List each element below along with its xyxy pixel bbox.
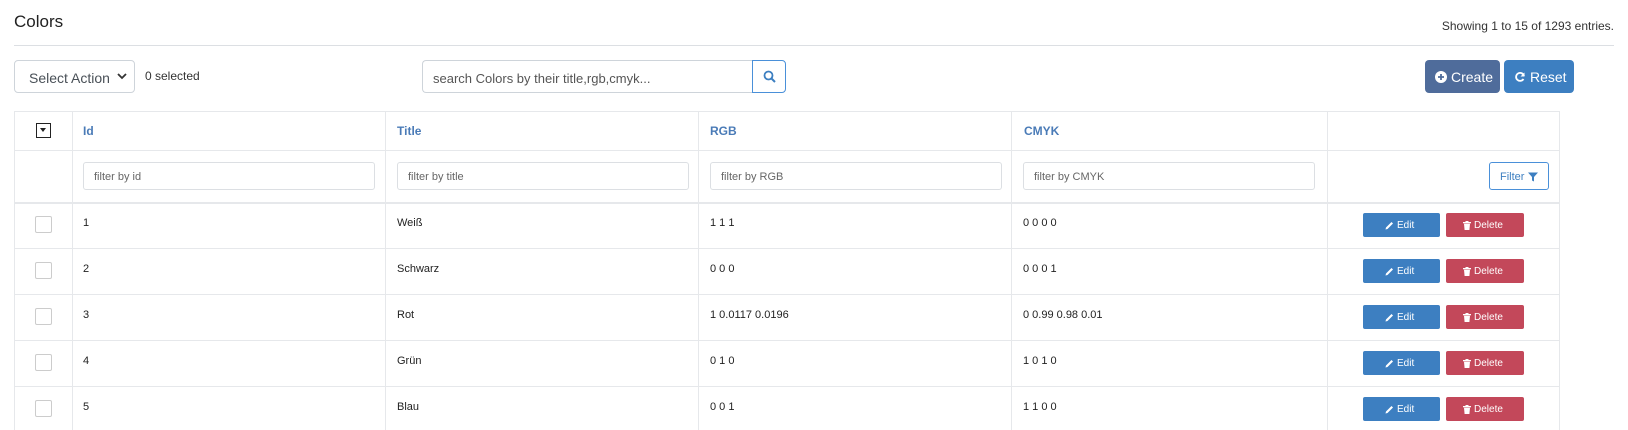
edit-label: Edit bbox=[1397, 312, 1415, 323]
edit-button[interactable]: Edit bbox=[1363, 397, 1440, 421]
entries-info: Showing 1 to 15 of 1293 entries. bbox=[1441, 19, 1614, 33]
filter-id-placeholder: filter by id bbox=[94, 171, 142, 183]
column-header-cmyk[interactable]: CMYK bbox=[1024, 124, 1059, 138]
filter-button[interactable]: Filter bbox=[1489, 162, 1549, 190]
selected-count: 0 selected bbox=[145, 69, 200, 83]
row-checkbox[interactable] bbox=[35, 308, 52, 325]
edit-label: Edit bbox=[1397, 404, 1415, 415]
page-header: Colors Showing 1 to 15 of 1293 entries. bbox=[14, 0, 1614, 46]
trash-icon bbox=[1463, 359, 1471, 368]
cell-cmyk: 0 0 0 1 bbox=[1023, 263, 1057, 275]
table-row: 4 Grün 0 1 0 1 0 1 0 Edit Delete bbox=[15, 340, 1559, 386]
reset-button[interactable]: Reset bbox=[1504, 60, 1574, 93]
trash-icon bbox=[1463, 221, 1471, 230]
cell-id: 5 bbox=[83, 401, 90, 413]
column-header-id[interactable]: Id bbox=[83, 124, 94, 138]
column-header-rgb[interactable]: RGB bbox=[710, 124, 737, 138]
reset-label: Reset bbox=[1530, 69, 1567, 85]
cell-rgb: 0 1 0 bbox=[710, 355, 735, 367]
pencil-icon bbox=[1385, 268, 1393, 276]
delete-button[interactable]: Delete bbox=[1446, 305, 1524, 329]
row-checkbox[interactable] bbox=[35, 262, 52, 279]
delete-label: Delete bbox=[1474, 404, 1503, 415]
table-row: 2 Schwarz 0 0 0 0 0 0 1 Edit Delete bbox=[15, 248, 1559, 294]
create-label: Create bbox=[1451, 69, 1494, 85]
filter-title-placeholder: filter by title bbox=[408, 171, 464, 183]
row-checkbox[interactable] bbox=[35, 400, 52, 417]
cell-cmyk: 1 0 1 0 bbox=[1023, 355, 1057, 367]
filter-cmyk-placeholder: filter by CMYK bbox=[1034, 171, 1105, 183]
edit-label: Edit bbox=[1397, 220, 1415, 231]
edit-button[interactable]: Edit bbox=[1363, 305, 1440, 329]
colors-table: Id Title RGB CMYK filter by id filter by… bbox=[14, 111, 1560, 430]
trash-icon bbox=[1463, 313, 1471, 322]
edit-button[interactable]: Edit bbox=[1363, 213, 1440, 237]
table-row: 3 Rot 1 0.0117 0.0196 0 0.99 0.98 0.01 E… bbox=[15, 294, 1559, 340]
pencil-icon bbox=[1385, 314, 1393, 322]
table-row: 1 Weiß 1 1 1 0 0 0 0 Edit Delete bbox=[15, 202, 1559, 248]
search-placeholder: search Colors by their title,rgb,cmyk... bbox=[433, 71, 651, 86]
edit-label: Edit bbox=[1397, 358, 1415, 369]
cell-cmyk: 0 0.99 0.98 0.01 bbox=[1023, 309, 1103, 321]
delete-label: Delete bbox=[1474, 358, 1503, 369]
trash-icon bbox=[1463, 405, 1471, 414]
cell-cmyk: 1 1 0 0 bbox=[1023, 401, 1057, 413]
cell-id: 1 bbox=[83, 217, 90, 229]
cell-id: 3 bbox=[83, 309, 90, 321]
select-action-label: Select Action bbox=[29, 70, 110, 86]
pencil-icon bbox=[1385, 406, 1393, 414]
delete-button[interactable]: Delete bbox=[1446, 213, 1524, 237]
delete-label: Delete bbox=[1474, 220, 1503, 231]
search-input[interactable]: search Colors by their title,rgb,cmyk... bbox=[422, 60, 752, 93]
row-checkbox[interactable] bbox=[35, 216, 52, 233]
edit-button[interactable]: Edit bbox=[1363, 259, 1440, 283]
cell-rgb: 0 0 0 bbox=[710, 263, 735, 275]
cell-id: 4 bbox=[83, 355, 90, 367]
plus-circle-icon bbox=[1435, 71, 1447, 83]
chevron-down-icon bbox=[117, 73, 127, 80]
filter-id-input[interactable]: filter by id bbox=[83, 162, 375, 190]
cell-id: 2 bbox=[83, 263, 90, 275]
cell-title: Weiß bbox=[397, 217, 423, 229]
page-title: Colors bbox=[14, 12, 64, 31]
cell-rgb: 0 0 1 bbox=[710, 401, 735, 413]
toolbar: Select Action 0 selected search Colors b… bbox=[14, 60, 1614, 94]
cell-cmyk: 0 0 0 0 bbox=[1023, 217, 1057, 229]
row-divider bbox=[15, 150, 1559, 151]
cell-title: Grün bbox=[397, 355, 422, 367]
cell-rgb: 1 1 1 bbox=[710, 217, 735, 229]
delete-label: Delete bbox=[1474, 266, 1503, 277]
column-header-title[interactable]: Title bbox=[397, 124, 421, 138]
cell-title: Rot bbox=[397, 309, 415, 321]
row-checkbox[interactable] bbox=[35, 354, 52, 371]
select-all-checkbox[interactable] bbox=[36, 123, 51, 138]
delete-label: Delete bbox=[1474, 312, 1503, 323]
edit-button[interactable]: Edit bbox=[1363, 351, 1440, 375]
cell-title: Schwarz bbox=[397, 263, 440, 275]
filter-icon bbox=[1528, 172, 1539, 182]
delete-button[interactable]: Delete bbox=[1446, 397, 1524, 421]
pencil-icon bbox=[1385, 360, 1393, 368]
cell-rgb: 1 0.0117 0.0196 bbox=[710, 309, 789, 321]
refresh-icon bbox=[1515, 72, 1525, 82]
cell-title: Blau bbox=[397, 401, 420, 413]
pencil-icon bbox=[1385, 222, 1393, 230]
filter-rgb-placeholder: filter by RGB bbox=[721, 171, 784, 183]
filter-cmyk-input[interactable]: filter by CMYK bbox=[1023, 162, 1315, 190]
edit-label: Edit bbox=[1397, 266, 1415, 277]
filter-title-input[interactable]: filter by title bbox=[397, 162, 689, 190]
delete-button[interactable]: Delete bbox=[1446, 259, 1524, 283]
delete-button[interactable]: Delete bbox=[1446, 351, 1524, 375]
create-button[interactable]: Create bbox=[1425, 60, 1500, 93]
select-action-dropdown[interactable]: Select Action bbox=[14, 60, 135, 93]
filter-label: Filter bbox=[1500, 171, 1525, 183]
trash-icon bbox=[1463, 267, 1471, 276]
search-button[interactable] bbox=[752, 60, 786, 93]
filter-rgb-input[interactable]: filter by RGB bbox=[710, 162, 1002, 190]
search-icon bbox=[763, 70, 776, 83]
table-row: 5 Blau 0 0 1 1 1 0 0 Edit Delete bbox=[15, 386, 1559, 430]
